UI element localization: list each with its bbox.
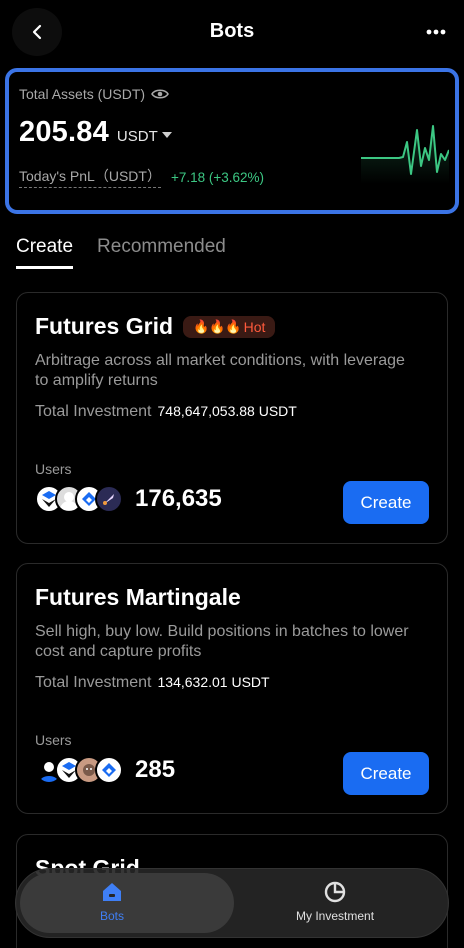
user-avatars — [35, 756, 123, 784]
users-count: 176,635 — [135, 485, 222, 512]
investment-value: 134,632.01 USDT — [157, 674, 270, 690]
currency-unit: USDT — [116, 128, 158, 145]
top-bar: Bots — [0, 0, 464, 64]
eye-icon[interactable] — [151, 88, 169, 100]
bot-tabs: Create Recommended — [16, 236, 226, 269]
currency-selector[interactable]: USDT — [117, 128, 172, 145]
nav-active-indicator — [20, 873, 234, 933]
users-row: 285 — [35, 756, 175, 784]
investment-value: 748,647,053.88 USDT — [157, 403, 297, 419]
hot-badge-label: Hot — [243, 318, 266, 335]
pnl-row: Today's PnL（USDT） +7.18 (+3.62%) — [19, 166, 264, 188]
more-button[interactable] — [424, 20, 448, 44]
total-assets-value: 205.84 — [19, 116, 109, 148]
nav-bots-label: Bots — [100, 909, 125, 923]
pnl-sparkline — [361, 125, 449, 184]
tab-recommended[interactable]: Recommended — [97, 236, 226, 269]
assets-value-row: 205.84 USDT — [19, 116, 172, 149]
total-assets-card[interactable]: Total Assets (USDT) 205.84 USDT Today's … — [5, 68, 459, 214]
bot-name-row: Futures Martingale — [35, 584, 241, 611]
assets-label-row: Total Assets (USDT) — [19, 86, 169, 102]
tab-create[interactable]: Create — [16, 236, 74, 269]
users-row: 176,635 — [35, 485, 222, 513]
nav-my-investment[interactable]: My Investment — [296, 881, 374, 923]
bot-description: Sell high, buy low. Build positions in b… — [35, 623, 409, 660]
investment-row: Total Investment 748,647,053.88 USDT — [35, 403, 297, 421]
users-label: Users — [35, 732, 72, 748]
investment-label: Total Investment — [35, 674, 152, 691]
user-avatars — [35, 485, 123, 513]
avatar — [95, 756, 123, 784]
bot-name-row: Futures Grid 🔥🔥🔥 Hot — [35, 313, 276, 340]
bot-card-futures-martingale[interactable]: Futures Martingale Sell high, buy low. B… — [16, 563, 448, 814]
pnl-label[interactable]: Today's PnL（USDT） — [19, 166, 161, 188]
users-label: Users — [35, 461, 72, 477]
hot-badge: 🔥🔥🔥 Hot — [183, 315, 276, 338]
flame-icon: 🔥🔥🔥 — [193, 318, 242, 334]
nav-my-investment-label: My Investment — [296, 909, 375, 923]
users-count: 285 — [135, 756, 176, 783]
investment-row: Total Investment 134,632.01 USDT — [35, 674, 270, 692]
total-assets-label: Total Assets (USDT) — [19, 86, 146, 102]
create-button[interactable]: Create — [343, 752, 429, 795]
investment-label: Total Investment — [35, 403, 152, 420]
home-icon — [103, 883, 121, 901]
nav-bots[interactable]: Bots — [100, 881, 124, 923]
create-button[interactable]: Create — [343, 481, 429, 524]
pnl-value: +7.18 (+3.62%) — [170, 169, 265, 185]
bottom-nav: Bots My Investment — [15, 868, 449, 938]
caret-down-icon — [161, 132, 172, 138]
bot-description: Arbitrage across all market conditions, … — [35, 352, 405, 389]
page-title: Bots — [209, 20, 255, 42]
bot-name: Futures Martingale — [35, 584, 241, 610]
pie-chart-icon — [324, 881, 346, 903]
more-horizontal-icon — [426, 29, 446, 35]
bot-card-futures-grid[interactable]: Futures Grid 🔥🔥🔥 Hot Arbitrage across al… — [16, 292, 448, 544]
avatar — [95, 485, 123, 513]
bot-name: Futures Grid — [35, 313, 174, 339]
